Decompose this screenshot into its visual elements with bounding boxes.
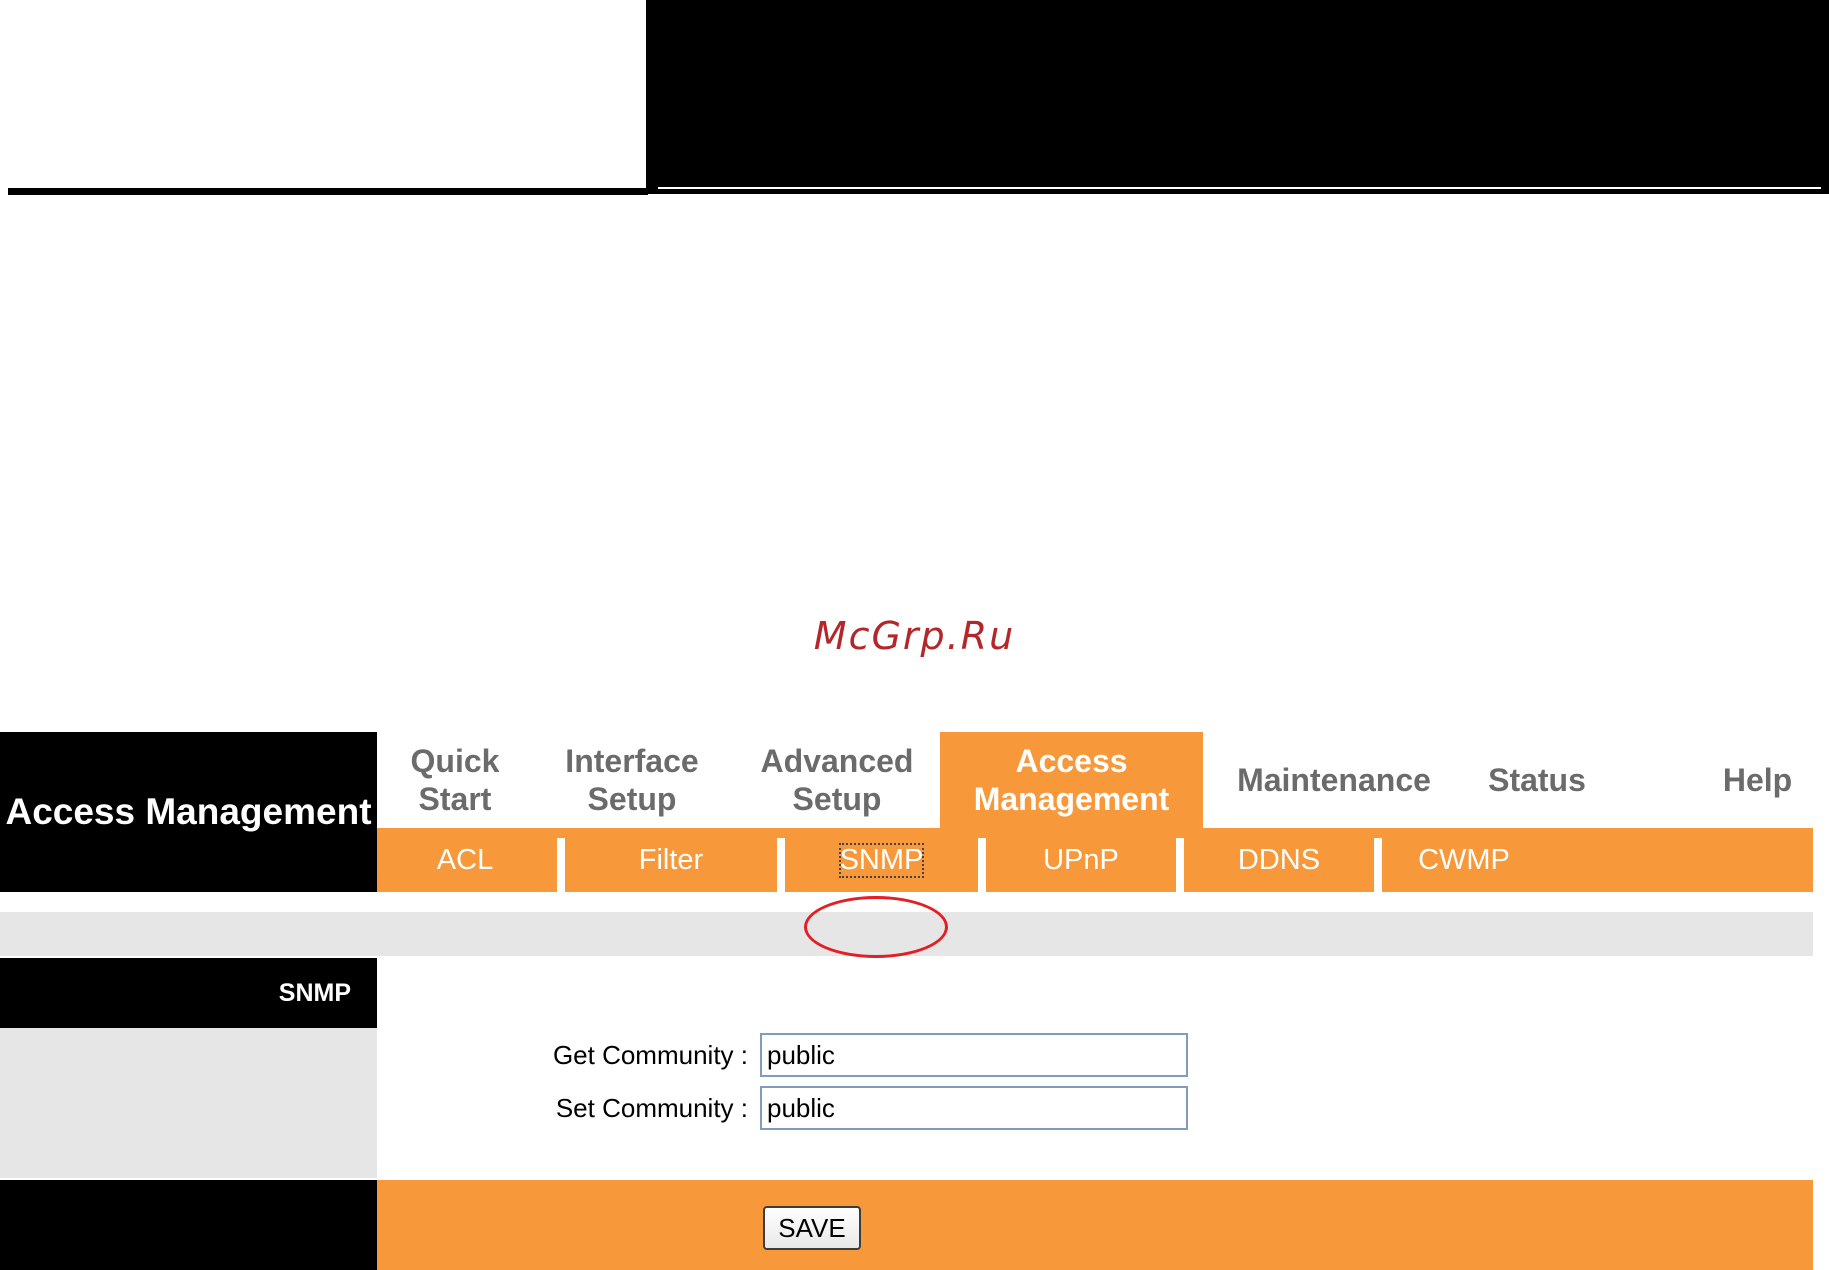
save-button[interactable]: SAVE (763, 1206, 861, 1250)
subtab-upnp-label: UPnP (1043, 843, 1119, 876)
set-community-label: Set Community : (555, 1092, 748, 1123)
header-rule (8, 188, 648, 195)
subnav-separator (1176, 838, 1184, 892)
subtab-filter[interactable]: Filter (565, 828, 777, 892)
tab-help[interactable]: Help (1710, 732, 1805, 828)
tab-interface-setup[interactable]: Interface Setup (555, 732, 709, 828)
annotation-ellipse (804, 896, 948, 958)
subtab-snmp-label: SNMP (838, 842, 925, 878)
footer-left-block (0, 1180, 377, 1270)
subtab-ddns-label: DDNS (1237, 843, 1321, 876)
subtab-acl-label: ACL (436, 843, 494, 876)
page-title: Access Management (0, 732, 377, 892)
subtab-acl[interactable]: ACL (377, 828, 553, 892)
subnav-separator (557, 838, 565, 892)
subtab-upnp[interactable]: UPnP (986, 828, 1176, 892)
header-inner-rule (658, 187, 1821, 189)
footer-bar (377, 1180, 1813, 1270)
subnav-separator (777, 838, 785, 892)
section-label-snmp: SNMP (0, 958, 377, 1028)
set-community-input[interactable] (760, 1086, 1188, 1130)
subtab-ddns[interactable]: DDNS (1184, 828, 1374, 892)
get-community-input[interactable] (760, 1033, 1188, 1077)
subnav-separator (978, 838, 986, 892)
watermark: McGrp.Ru (813, 614, 1016, 658)
header-black-band (646, 0, 1829, 194)
tab-quick-start[interactable]: Quick Start (396, 732, 514, 828)
tab-maintenance[interactable]: Maintenance (1230, 732, 1438, 828)
subtab-cwmp[interactable]: CWMP (1382, 828, 1546, 892)
tab-advanced-setup[interactable]: Advanced Setup (752, 732, 922, 828)
tab-status[interactable]: Status (1480, 732, 1594, 828)
subnav-separator (1374, 838, 1382, 892)
subtab-snmp[interactable]: SNMP (785, 828, 978, 892)
subtab-cwmp-label: CWMP (1418, 843, 1510, 876)
subtab-filter-label: Filter (638, 843, 704, 876)
tab-access-management[interactable]: Access Management (940, 732, 1203, 828)
get-community-label: Get Community : (552, 1039, 748, 1070)
left-panel (0, 1028, 377, 1178)
